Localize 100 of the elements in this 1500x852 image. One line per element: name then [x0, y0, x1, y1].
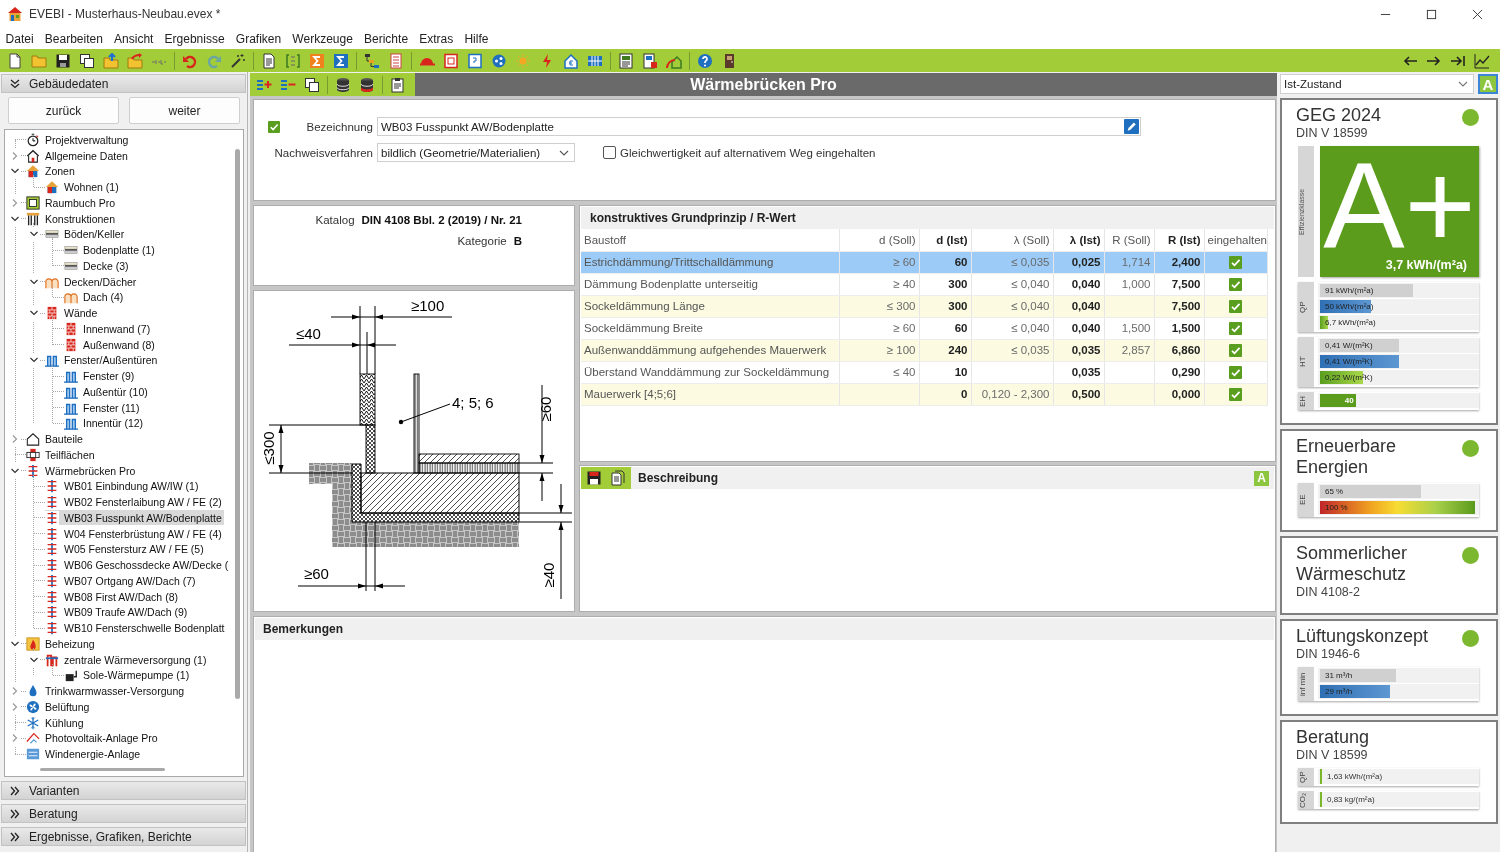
- checkbox[interactable]: [1229, 299, 1242, 313]
- tree-item[interactable]: WB08 First AW/Dach (8): [45, 589, 180, 605]
- tree-item[interactable]: WB03 Fusspunkt AW/Bodenplatte: [45, 510, 224, 526]
- menu-item[interactable]: Grafiken: [230, 30, 287, 47]
- chart-icon[interactable]: [1474, 52, 1490, 69]
- document-icon[interactable]: [261, 52, 277, 69]
- save-icon[interactable]: [586, 470, 602, 486]
- tree-item[interactable]: Innentür (12): [64, 415, 146, 431]
- checkbox[interactable]: [1229, 343, 1242, 357]
- section-header[interactable]: Beratung: [1, 804, 246, 823]
- menu-item[interactable]: Bearbeiten: [39, 30, 109, 47]
- tree-item[interactable]: Decken/Dächer: [45, 274, 139, 290]
- tree-item[interactable]: zentrale Wärmeversorgung (1): [45, 652, 209, 668]
- database-icon[interactable]: [335, 76, 351, 93]
- tree-item[interactable]: Innenwand (7): [64, 321, 153, 337]
- save-icon[interactable]: [55, 52, 71, 69]
- tree-item[interactable]: Fenster (11): [64, 400, 142, 416]
- list-column-icon[interactable]: [388, 52, 404, 69]
- scrollbar-thumb[interactable]: [234, 149, 240, 699]
- tree-item[interactable]: Belüftung: [26, 699, 92, 715]
- tree-item[interactable]: Außentür (10): [64, 384, 150, 400]
- copy-icon[interactable]: [79, 52, 95, 69]
- chevron-down-icon[interactable]: [30, 655, 38, 664]
- chevron-down-icon[interactable]: [30, 230, 38, 239]
- tree-item[interactable]: WB01 Einbindung AW/IW (1): [45, 478, 201, 494]
- table-row[interactable]: Überstand Wanddämmung zur Sockeldämmung ≤ 40 10 0,035 0,290: [581, 361, 1267, 383]
- tree-item[interactable]: Decke (3): [64, 258, 131, 274]
- tree-item[interactable]: WB07 Ortgang AW/Dach (7): [45, 573, 198, 589]
- copy-pages-icon[interactable]: [610, 470, 626, 486]
- sigma-icon[interactable]: [333, 52, 349, 69]
- section-header[interactable]: Gebäudedaten: [1, 74, 246, 93]
- checkbox[interactable]: [1229, 365, 1242, 379]
- tree-item[interactable]: W05 Fenstersturz AW / FE (5): [45, 541, 206, 557]
- maximize-icon[interactable]: [1425, 8, 1437, 20]
- table-row[interactable]: Mauerwerk [4;5;6] 0 0,120 - 2,300 0,500 0,000: [581, 383, 1267, 405]
- tree-item[interactable]: Sole-Wärmepumpe (1): [64, 667, 192, 683]
- folder-upload-icon[interactable]: [103, 52, 119, 69]
- tree-item[interactable]: Projektverwaltung: [26, 132, 131, 148]
- chevron-down-icon[interactable]: [30, 277, 38, 286]
- tree-item[interactable]: Zonen: [26, 163, 77, 179]
- chevron-down-icon[interactable]: [11, 167, 19, 176]
- menu-item[interactable]: Hilfe: [458, 30, 495, 47]
- checkbox[interactable]: [1229, 321, 1242, 335]
- menu-item[interactable]: Datei: [0, 30, 40, 47]
- tree-item[interactable]: Böden/Keller: [45, 226, 127, 242]
- checkbox[interactable]: [1229, 255, 1242, 269]
- table-row[interactable]: Außenwanddämmung aufgehendes Mauerwerk ≥ 100 240 ≤ 0,035 0,035 2,857 6,860: [581, 339, 1267, 361]
- tree-item[interactable]: Wohnen (1): [45, 179, 121, 195]
- tree-diagram-icon[interactable]: [364, 52, 380, 69]
- frame-icon[interactable]: [443, 52, 459, 69]
- help-icon[interactable]: [697, 52, 713, 69]
- tree-item[interactable]: Fenster (9): [64, 368, 137, 384]
- sigma-icon[interactable]: [309, 52, 325, 69]
- tree-item[interactable]: WB09 Traufe AW/Dach (9): [45, 604, 190, 620]
- menu-item[interactable]: Ansicht: [108, 30, 159, 47]
- network-circle-icon[interactable]: [491, 52, 507, 69]
- chevron-down-icon[interactable]: [30, 356, 38, 365]
- tree-item[interactable]: WB06 Geschossdecke AW/Decke (: [45, 557, 231, 573]
- tree-item[interactable]: Fenster/Außentüren: [45, 352, 160, 368]
- tree-item[interactable]: Außenwand (8): [64, 337, 157, 353]
- scrollbar-thumb[interactable]: [40, 768, 165, 771]
- menu-item[interactable]: Berichte: [358, 30, 414, 47]
- checkbox[interactable]: [1229, 277, 1242, 291]
- clipboard-icon[interactable]: [390, 76, 406, 93]
- tree-item[interactable]: WB10 Fensterschwelle Bodenplatt: [45, 620, 227, 636]
- report-icon[interactable]: [618, 52, 634, 69]
- house-icon[interactable]: [563, 52, 579, 69]
- chevron-down-icon[interactable]: [11, 466, 19, 475]
- table-row[interactable]: Sockeldämmung Breite ≥ 60 60 ≤ 0,040 0,040 1,500 1,500: [581, 317, 1267, 339]
- menu-item[interactable]: Extras: [413, 30, 459, 47]
- tree-item[interactable]: Kühlung: [26, 715, 86, 731]
- tree-item[interactable]: Raumbuch Pro: [26, 195, 118, 211]
- checkbox[interactable]: [603, 146, 616, 159]
- close-icon[interactable]: [1471, 8, 1483, 20]
- tree-item[interactable]: Bodenplatte (1): [64, 242, 157, 258]
- menu-item[interactable]: Ergebnisse: [159, 30, 231, 47]
- card-icon[interactable]: [467, 52, 483, 69]
- tree-item[interactable]: Allgemeine Daten: [26, 148, 130, 164]
- new-document-icon[interactable]: [7, 52, 23, 69]
- tree-item[interactable]: WB02 Fensterlaibung AW / FE (2): [45, 494, 224, 510]
- method-dropdown[interactable]: bildlich (Geometrie/Materialien): [377, 143, 575, 162]
- table-row[interactable]: Dämmung Bodenplatte unterseitig ≥ 40 300 ≤ 0,040 0,040 1,000 7,500: [581, 273, 1267, 295]
- tree-item[interactable]: Photovoltaik-Anlage Pro: [26, 730, 160, 746]
- tree-item[interactable]: Windenergie-Anlage: [26, 746, 143, 762]
- section-header[interactable]: Ergebnisse, Grafiken, Berichte: [1, 827, 246, 846]
- nav-button[interactable]: zurück: [8, 97, 119, 124]
- chevron-down-icon[interactable]: [11, 639, 19, 648]
- tree-item[interactable]: Bauteile: [26, 431, 85, 447]
- table-row[interactable]: Estrichdämmung/Trittschalldämmung ≥ 60 60 ≤ 0,035 0,025 1,714 2,400: [581, 251, 1267, 273]
- tree-item[interactable]: Teilflächen: [26, 447, 97, 463]
- nav-button[interactable]: weiter: [129, 97, 240, 124]
- tree-item[interactable]: Wände: [45, 305, 100, 321]
- report-chart-icon[interactable]: [642, 52, 658, 69]
- tree-item[interactable]: Wärmebrücken Pro: [26, 463, 138, 479]
- menu-item[interactable]: Werkzeuge: [286, 30, 359, 47]
- tree-item[interactable]: Trinkwarmwasser-Versorgung: [26, 683, 187, 699]
- scenario-dropdown[interactable]: Ist-Zustand: [1280, 74, 1474, 94]
- name-field[interactable]: WB03 Fusspunkt AW/Bodenplatte: [377, 117, 1141, 136]
- chevron-down-icon[interactable]: [30, 309, 38, 318]
- checkbox[interactable]: [1229, 387, 1242, 401]
